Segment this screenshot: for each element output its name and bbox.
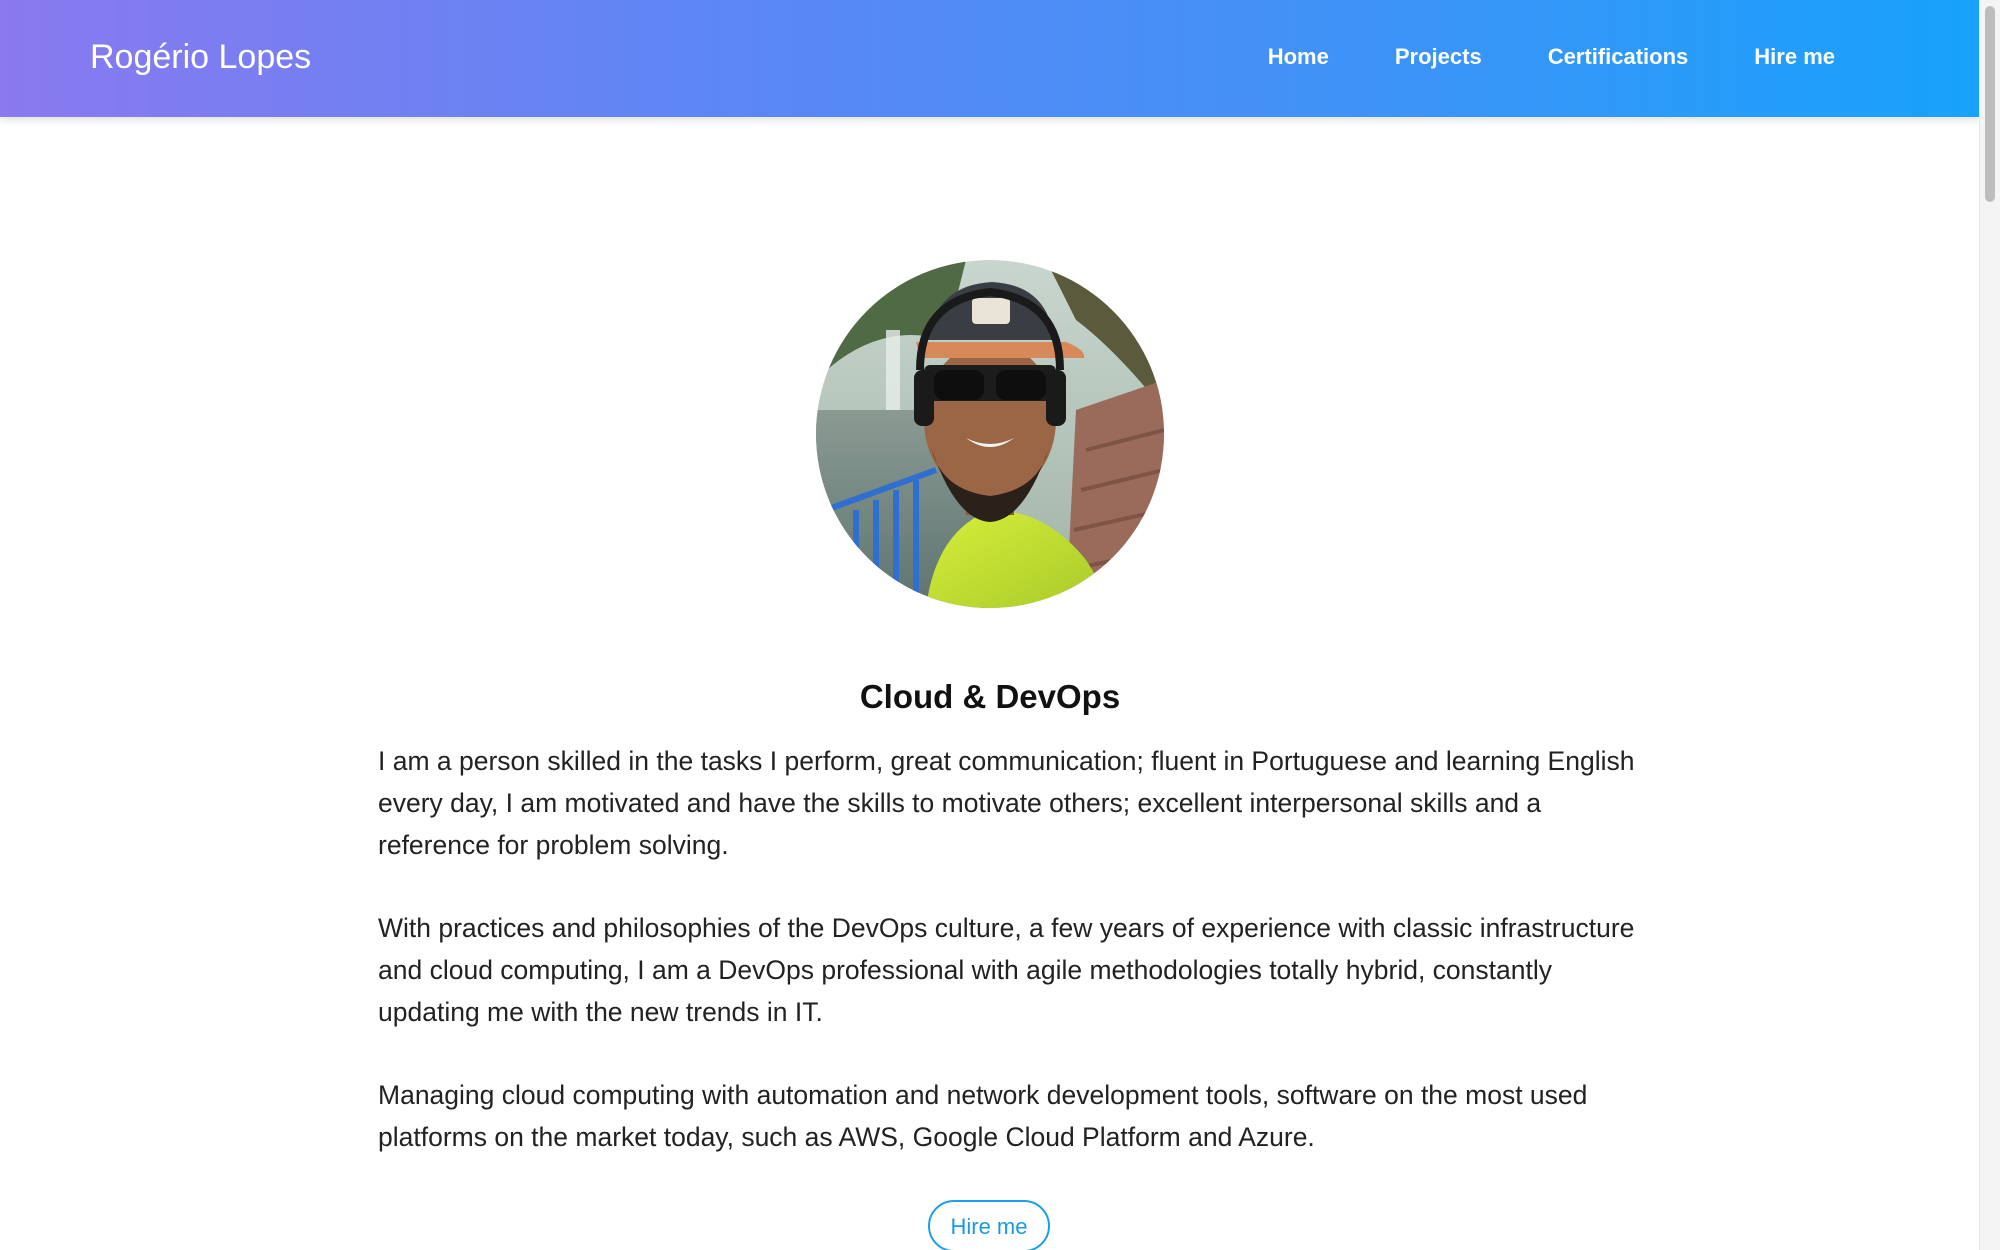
hire-me-button[interactable]: Hire me [928,1200,1050,1250]
navbar: Rogério Lopes Home Projects Certificatio… [0,0,1980,117]
nav-certifications-link[interactable]: Certifications [1548,40,1689,74]
nav-menu: Home Projects Certifications Hire me [1268,40,1835,74]
about-paragraph: With practices and philosophies of the D… [378,913,1635,1027]
nav-hire-me-link[interactable]: Hire me [1754,40,1835,74]
about-paragraph: Managing cloud computing with automation… [378,1080,1588,1152]
vertical-scrollbar[interactable] [1979,0,2000,1250]
about-section: I am a person skilled in the tasks I per… [378,740,1648,1199]
nav-home-link[interactable]: Home [1268,40,1329,74]
page: Rogério Lopes Home Projects Certificatio… [0,0,2000,1250]
about-paragraph: I am a person skilled in the tasks I per… [378,746,1635,860]
nav-projects-link[interactable]: Projects [1395,40,1482,74]
profile-avatar [816,260,1164,608]
headline: Cloud & DevOps [859,678,1121,716]
scrollbar-thumb[interactable] [1985,6,1995,202]
brand-link[interactable]: Rogério Lopes [90,36,311,78]
